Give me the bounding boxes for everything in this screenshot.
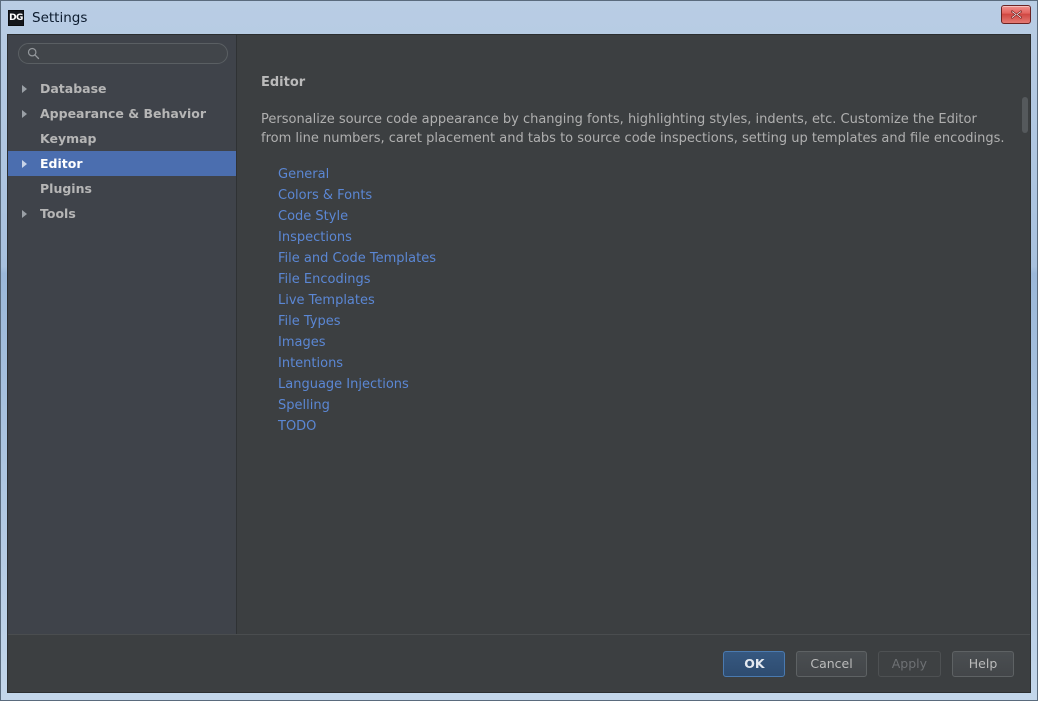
link-intentions[interactable]: Intentions <box>278 353 343 374</box>
search-box[interactable] <box>18 43 228 64</box>
sidebar-item-label: Tools <box>40 206 76 221</box>
dialog-body: Database Appearance & Behavior Keymap <box>8 35 1030 634</box>
link-language-injections[interactable]: Language Injections <box>278 374 409 395</box>
sidebar-item-tools[interactable]: Tools <box>8 201 236 226</box>
sidebar-item-appearance-behavior[interactable]: Appearance & Behavior <box>8 101 236 126</box>
search-icon <box>27 47 40 60</box>
chevron-right-icon[interactable] <box>22 110 27 118</box>
close-button[interactable] <box>1001 5 1031 24</box>
link-todo[interactable]: TODO <box>278 416 316 437</box>
dialog-client-area: Database Appearance & Behavior Keymap <box>7 34 1031 693</box>
link-images[interactable]: Images <box>278 332 326 353</box>
chevron-right-icon[interactable] <box>22 85 27 93</box>
help-button[interactable]: Help <box>952 651 1014 677</box>
close-x-icon <box>1010 9 1023 20</box>
sidebar-item-label: Database <box>40 81 107 96</box>
sidebar-item-label: Keymap <box>40 131 97 146</box>
link-general[interactable]: General <box>278 164 329 185</box>
sidebar-item-label: Plugins <box>40 181 92 196</box>
cancel-button[interactable]: Cancel <box>796 651 866 677</box>
settings-link-list: General Colors & Fonts Code Style Inspec… <box>261 164 1008 437</box>
chevron-right-icon[interactable] <box>22 210 27 218</box>
sidebar-item-label: Editor <box>40 156 83 171</box>
scrollbar-thumb[interactable] <box>1022 97 1028 133</box>
settings-sidebar: Database Appearance & Behavior Keymap <box>8 35 237 634</box>
chevron-right-icon[interactable] <box>22 160 27 168</box>
expand-arrow-slot <box>20 160 40 168</box>
sidebar-item-editor[interactable]: Editor <box>8 151 236 176</box>
sidebar-item-keymap[interactable]: Keymap <box>8 126 236 151</box>
link-live-templates[interactable]: Live Templates <box>278 290 375 311</box>
ok-button[interactable]: OK <box>723 651 785 677</box>
search-input[interactable] <box>40 45 227 62</box>
link-code-style[interactable]: Code Style <box>278 206 348 227</box>
page-description: Personalize source code appearance by ch… <box>261 110 1008 148</box>
app-icon: DG <box>8 10 24 26</box>
title-bar: DG Settings <box>1 1 1037 34</box>
dialog-button-bar: OK Cancel Apply Help <box>8 634 1030 692</box>
apply-button: Apply <box>878 651 941 677</box>
sidebar-item-database[interactable]: Database <box>8 76 236 101</box>
sidebar-item-plugins[interactable]: Plugins <box>8 176 236 201</box>
expand-arrow-slot <box>20 210 40 218</box>
page-title: Editor <box>261 75 1008 90</box>
link-file-encodings[interactable]: File Encodings <box>278 269 371 290</box>
expand-arrow-slot <box>20 110 40 118</box>
settings-content-pane: Editor Personalize source code appearanc… <box>237 35 1030 634</box>
window-title: Settings <box>32 10 87 26</box>
link-file-types[interactable]: File Types <box>278 311 341 332</box>
link-colors-and-fonts[interactable]: Colors & Fonts <box>278 185 372 206</box>
sidebar-item-label: Appearance & Behavior <box>40 106 206 121</box>
settings-window: DG Settings <box>0 0 1038 701</box>
content-scrollbar[interactable] <box>1019 35 1030 634</box>
link-file-and-code-templates[interactable]: File and Code Templates <box>278 248 436 269</box>
link-spelling[interactable]: Spelling <box>278 395 330 416</box>
link-inspections[interactable]: Inspections <box>278 227 352 248</box>
expand-arrow-slot <box>20 85 40 93</box>
settings-tree: Database Appearance & Behavior Keymap <box>8 76 236 226</box>
